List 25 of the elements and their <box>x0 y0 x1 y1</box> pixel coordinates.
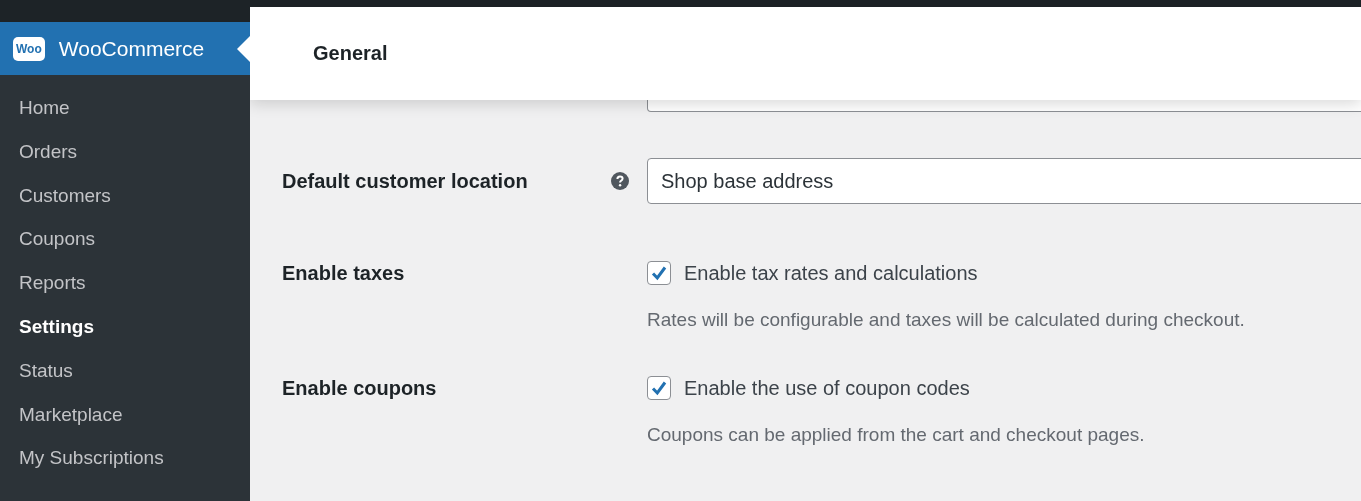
submenu-item[interactable]: Marketplace <box>0 392 250 437</box>
submenu-item[interactable]: Reports <box>0 261 250 305</box>
submenu-item[interactable]: Customers <box>0 173 250 218</box>
setting-label: Default customer location <box>282 169 529 193</box>
submenu-item[interactable]: Coupons <box>0 217 250 262</box>
menu-title: WooCommerce <box>58 36 205 61</box>
select-field[interactable]: Shop base address <box>647 158 1361 204</box>
select-field[interactable] <box>647 100 1361 112</box>
setting-label: Enable coupons <box>282 376 438 400</box>
submenu-item[interactable]: Orders <box>0 129 250 174</box>
help-icon[interactable] <box>611 172 629 190</box>
checkbox-label[interactable]: Enable tax rates and calculations <box>684 261 978 285</box>
woocommerce-menu-item[interactable]: Woo WooCommerce <box>0 22 250 75</box>
page-title: General <box>313 42 388 65</box>
checkbox[interactable] <box>647 261 671 285</box>
submenu-item[interactable]: Status <box>0 348 250 393</box>
setting-description: Rates will be configurable and taxes will be calculated during checkout. <box>647 309 1245 331</box>
submenu-item[interactable]: Home <box>0 86 250 130</box>
checkbox[interactable] <box>647 376 671 400</box>
submenu-item[interactable]: Settings <box>0 305 250 349</box>
woo-logo: Woo <box>13 36 45 61</box>
setting-description: Coupons can be applied from the cart and checkout pages. <box>647 424 1145 446</box>
checkbox-label[interactable]: Enable the use of coupon codes <box>684 376 970 400</box>
submenu-item[interactable]: My Subscriptions <box>0 436 250 481</box>
setting-label: Enable taxes <box>282 261 406 285</box>
